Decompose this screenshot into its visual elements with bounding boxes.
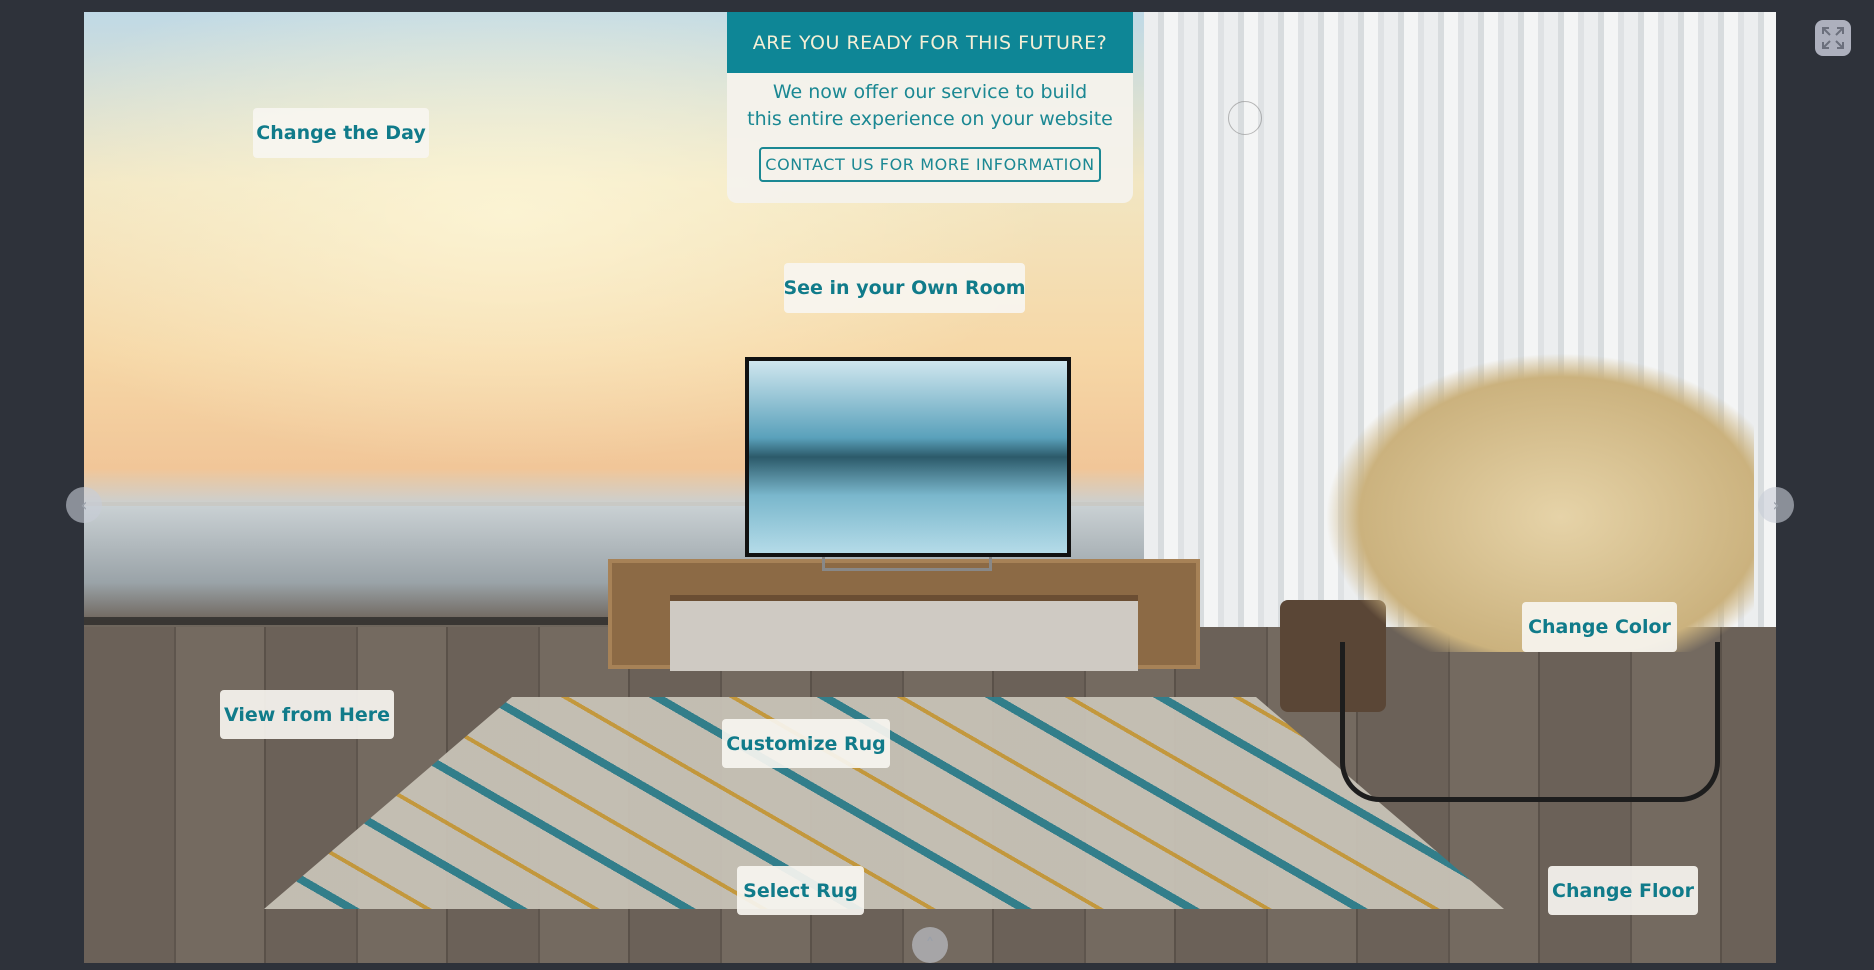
popup-text: We now offer our service to build this e… <box>727 79 1133 133</box>
fullscreen-button[interactable] <box>1815 20 1851 56</box>
select-rug-button[interactable]: Select Rug <box>737 866 864 915</box>
prev-arrow-button[interactable]: ‹ <box>66 487 102 523</box>
view-from-here-button[interactable]: View from Here <box>220 690 394 739</box>
hotspot-ring[interactable] <box>1228 101 1262 135</box>
next-arrow-button[interactable]: › <box>1758 487 1794 523</box>
change-color-button[interactable]: Change Color <box>1522 602 1677 652</box>
television <box>745 357 1071 557</box>
change-floor-button[interactable]: Change Floor <box>1548 866 1698 915</box>
tv-stand-drawer <box>670 595 1138 671</box>
promo-popup: ARE YOU READY FOR THIS FUTURE? We now of… <box>727 12 1133 203</box>
armchair-legs <box>1340 642 1720 802</box>
chevron-left-icon: ‹ <box>80 494 88 516</box>
chevron-up-icon: ˄ <box>925 934 935 956</box>
tv-foot <box>822 557 992 571</box>
popup-line: this entire experience on your website <box>747 108 1113 130</box>
up-arrow-button[interactable]: ˄ <box>912 927 948 963</box>
expand-icon <box>1822 27 1844 49</box>
own-room-button[interactable]: See in your Own Room <box>783 263 1026 313</box>
customize-rug-button[interactable]: Customize Rug <box>722 719 890 768</box>
chevron-right-icon: › <box>1772 494 1780 516</box>
popup-line: We now offer our service to build <box>772 81 1088 103</box>
contact-button[interactable]: CONTACT US FOR MORE INFORMATION <box>759 147 1101 182</box>
popup-title: ARE YOU READY FOR THIS FUTURE? <box>727 12 1133 73</box>
change-day-button[interactable]: Change the Day <box>253 108 429 158</box>
